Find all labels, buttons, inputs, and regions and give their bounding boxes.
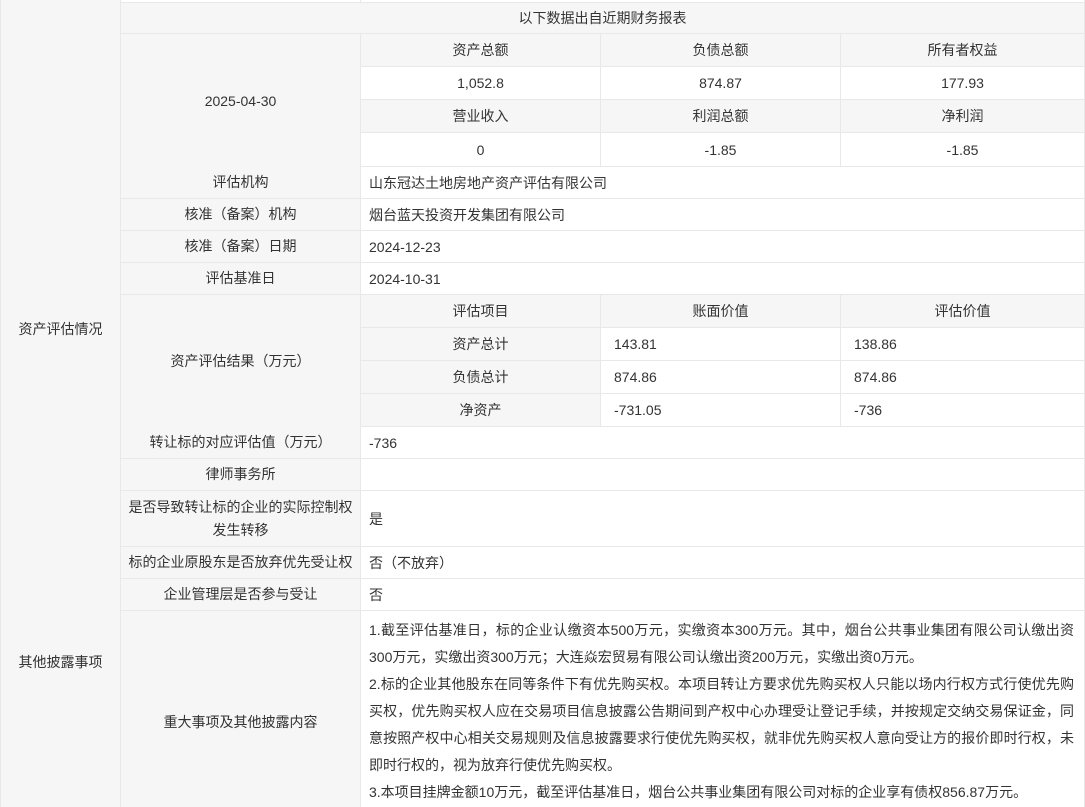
financial-header-row: 资产总额 负债总额 所有者权益 <box>361 34 1084 67</box>
report-date-cell: 2025-04-30 <box>121 34 361 167</box>
table-row-management-participation: 企业管理层是否参与受让 否 <box>121 579 1084 611</box>
other-disclosure-section: 其他披露事项 是否导致转让标的企业的实际控制权发生转移 是 标的企业原股东是否放… <box>1 491 1084 807</box>
col-header-net-profit: 净利润 <box>841 100 1084 132</box>
row-value: 2024-10-31 <box>361 263 1084 294</box>
table-row-approval-date: 核准（备案）日期 2024-12-23 <box>121 231 1084 263</box>
total-liabilities-value: 874.87 <box>601 67 841 99</box>
book-value: 874.86 <box>601 361 841 393</box>
table-row-evaluation-base-date: 评估基准日 2024-10-31 <box>121 263 1084 295</box>
evaluation-result-table: 评估项目 账面价值 评估价值 资产总计 143.81 138.86 负债总计 8… <box>361 295 1084 427</box>
evaluation-table-header-row: 评估项目 账面价值 评估价值 <box>361 295 1084 328</box>
col-header-evaluated-value: 评估价值 <box>841 295 1084 327</box>
net-profit-value: -1.85 <box>841 133 1084 166</box>
row-value: 是 <box>361 491 1084 546</box>
financial-value-row: 1,052.8 874.87 177.93 <box>361 67 1084 100</box>
row-label: 是否导致转让标的企业的实际控制权发生转移 <box>121 491 361 546</box>
top-row-remnant-cell <box>121 0 361 2</box>
row-label: 负债总计 <box>361 361 601 393</box>
row-label: 转让标的对应评估值（万元） <box>121 427 361 458</box>
row-value: 2024-12-23 <box>361 231 1084 262</box>
major-matters-label: 重大事项及其他披露内容 <box>121 611 361 807</box>
table-row-preemptive-right-waiver: 标的企业原股东是否放弃优先受让权 否（不放弃） <box>121 547 1084 579</box>
row-label: 律师事务所 <box>121 459 361 490</box>
evaluated-value: 874.86 <box>841 361 1084 393</box>
financial-grid: 资产总额 负债总额 所有者权益 1,052.8 874.87 177.93 营业… <box>361 34 1084 167</box>
table-row-control-transfer: 是否导致转让标的企业的实际控制权发生转移 是 <box>121 491 1084 547</box>
col-header-total-liabilities: 负债总额 <box>601 34 841 66</box>
row-label: 企业管理层是否参与受让 <box>121 579 361 610</box>
evaluation-table-row-total-liabilities: 负债总计 874.86 874.86 <box>361 361 1084 394</box>
total-profit-value: -1.85 <box>601 133 841 166</box>
asset-evaluation-section-title: 资产评估情况 <box>1 167 121 491</box>
financial-header-row: 营业收入 利润总额 净利润 <box>361 100 1084 133</box>
row-label: 标的企业原股东是否放弃优先受让权 <box>121 547 361 578</box>
row-value: 否 <box>361 579 1084 610</box>
disclosure-paragraph: 1.截至评估基准日，标的企业认缴资本500万元，实缴资本300万元。其中，烟台公… <box>369 617 1074 671</box>
table-row-transfer-evaluated-value: 转让标的对应评估值（万元） -736 <box>121 427 1084 459</box>
financial-section-label-cell <box>1 0 121 167</box>
table-row-evaluation-agency: 评估机构 山东冠达土地房地产资产评估有限公司 <box>121 167 1084 199</box>
row-label: 核准（备案）日期 <box>121 231 361 262</box>
book-value: 143.81 <box>601 328 841 360</box>
financial-section-body: 以下数据出自近期财务报表 2025-04-30 资产总额 负债总额 所有者权益 … <box>121 0 1084 167</box>
evaluation-result-row: 资产评估结果（万元） 评估项目 账面价值 评估价值 资产总计 143.81 13… <box>121 295 1084 427</box>
row-label: 净资产 <box>361 394 601 426</box>
disclosure-paragraph: 3.本项目挂牌金额10万元，截至评估基准日，烟台公共事业集团有限公司对标的企业享… <box>369 779 1074 806</box>
financial-value-row: 0 -1.85 -1.85 <box>361 133 1084 167</box>
table-row-approval-agency: 核准（备案）机构 烟台蓝天投资开发集团有限公司 <box>121 199 1084 231</box>
row-value: 烟台蓝天投资开发集团有限公司 <box>361 199 1084 230</box>
other-disclosure-body: 是否导致转让标的企业的实际控制权发生转移 是 标的企业原股东是否放弃优先受让权 … <box>121 491 1084 807</box>
other-disclosure-section-title: 其他披露事项 <box>1 491 121 807</box>
row-label: 资产总计 <box>361 328 601 360</box>
owner-equity-value: 177.93 <box>841 67 1084 99</box>
col-header-book-value: 账面价值 <box>601 295 841 327</box>
evaluation-table-row-total-assets: 资产总计 143.81 138.86 <box>361 328 1084 361</box>
operating-revenue-value: 0 <box>361 133 601 166</box>
col-header-total-profit: 利润总额 <box>601 100 841 132</box>
table-row-law-firm: 律师事务所 <box>121 459 1084 491</box>
col-header-evaluation-item: 评估项目 <box>361 295 601 327</box>
row-label: 评估机构 <box>121 167 361 198</box>
financial-report-section: 以下数据出自近期财务报表 2025-04-30 资产总额 负债总额 所有者权益 … <box>1 0 1084 167</box>
col-header-operating-revenue: 营业收入 <box>361 100 601 132</box>
evaluation-table-row-net-assets: 净资产 -731.05 -736 <box>361 394 1084 427</box>
evaluation-result-label: 资产评估结果（万元） <box>121 295 361 427</box>
disclosure-paragraph: 2.标的企业其他股东在同等条件下有优先购买权。本项目转让方要求优先购买权人只能以… <box>369 671 1074 779</box>
total-assets-value: 1,052.8 <box>361 67 601 99</box>
major-matters-content: 1.截至评估基准日，标的企业认缴资本500万元，实缴资本300万元。其中，烟台公… <box>361 611 1084 807</box>
asset-evaluation-section: 资产评估情况 评估机构 山东冠达土地房地产资产评估有限公司 核准（备案）机构 烟… <box>1 167 1084 491</box>
col-header-total-assets: 资产总额 <box>361 34 601 66</box>
asset-evaluation-body: 评估机构 山东冠达土地房地产资产评估有限公司 核准（备案）机构 烟台蓝天投资开发… <box>121 167 1084 491</box>
evaluated-value: 138.86 <box>841 328 1084 360</box>
evaluated-value: -736 <box>841 394 1084 426</box>
row-value: 否（不放弃） <box>361 547 1084 578</box>
financial-note-row: 以下数据出自近期财务报表 <box>121 3 1084 34</box>
major-matters-row: 重大事项及其他披露内容 1.截至评估基准日，标的企业认缴资本500万元，实缴资本… <box>121 611 1084 807</box>
row-value <box>361 459 1084 490</box>
financial-note-text: 以下数据出自近期财务报表 <box>519 8 687 28</box>
book-value: -731.05 <box>601 394 841 426</box>
row-label: 核准（备案）机构 <box>121 199 361 230</box>
row-label: 评估基准日 <box>121 263 361 294</box>
row-value: -736 <box>361 427 1084 458</box>
row-value: 山东冠达土地房地产资产评估有限公司 <box>361 167 1084 198</box>
col-header-owner-equity: 所有者权益 <box>841 34 1084 66</box>
disclosure-table-page: 以下数据出自近期财务报表 2025-04-30 资产总额 负债总额 所有者权益 … <box>0 0 1085 807</box>
financial-table: 2025-04-30 资产总额 负债总额 所有者权益 1,052.8 874.8… <box>121 34 1084 167</box>
